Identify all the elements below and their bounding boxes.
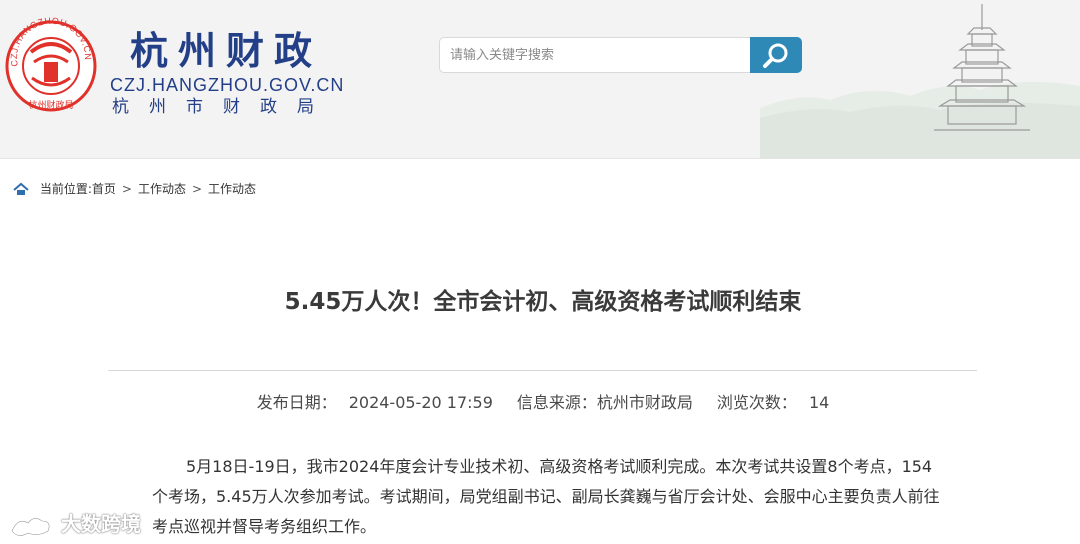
site-header: CZJ.HANGZHOU.GOV.CN 杭州财政局 杭州财政 CZJ.HANGZ… bbox=[0, 0, 1080, 159]
breadcrumb-prefix: 当前位置: bbox=[39, 182, 92, 196]
seal-inner-text: 杭州财政局 bbox=[28, 99, 73, 111]
seal-logo-icon[interactable]: CZJ.HANGZHOU.GOV.CN 杭州财政局 bbox=[4, 12, 98, 116]
views-count: 14 bbox=[808, 393, 830, 412]
publish-date: 2024-05-20 17:59 bbox=[348, 393, 493, 412]
breadcrumb-separator: > bbox=[191, 181, 203, 196]
site-subtitle: 杭州市财政局 bbox=[112, 97, 334, 117]
title-divider bbox=[108, 370, 977, 371]
watermark-logo-icon bbox=[10, 516, 51, 537]
pagoda-scenery-image bbox=[760, 4, 1080, 158]
breadcrumb-link-work-news[interactable]: 工作动态 bbox=[138, 182, 186, 196]
article-title: 5.45万人次！全市会计初、高级资格考试顺利结束 bbox=[284, 289, 802, 315]
publish-date-label: 发布日期： bbox=[256, 393, 337, 412]
article-paragraph: 5月18日-19日，我市2024年度会计专业技术初、高级资格考试顺利完成。本次考… bbox=[152, 457, 940, 536]
home-icon bbox=[13, 182, 29, 195]
site-logo-chinese[interactable]: 杭州财政 bbox=[130, 20, 322, 75]
source-value: 杭州市财政局 bbox=[596, 393, 693, 412]
search-input[interactable] bbox=[439, 37, 750, 73]
watermark-text: 大数跨境 bbox=[60, 512, 141, 536]
breadcrumb-home-link[interactable]: 首页 bbox=[92, 182, 116, 196]
breadcrumb: 当前位置:首页 > 工作动态 > 工作动态 bbox=[12, 180, 256, 197]
source-label: 信息来源： bbox=[516, 393, 597, 412]
breadcrumb-separator: > bbox=[121, 181, 132, 196]
views-label: 浏览次数： bbox=[716, 393, 797, 412]
article-meta: 发布日期： 2024-05-20 17:59 信息来源：杭州市财政局 浏览次数： 14 bbox=[0, 389, 1080, 413]
watermark: 大数跨境 bbox=[8, 508, 141, 539]
breadcrumb-link-current[interactable]: 工作动态 bbox=[208, 182, 256, 196]
